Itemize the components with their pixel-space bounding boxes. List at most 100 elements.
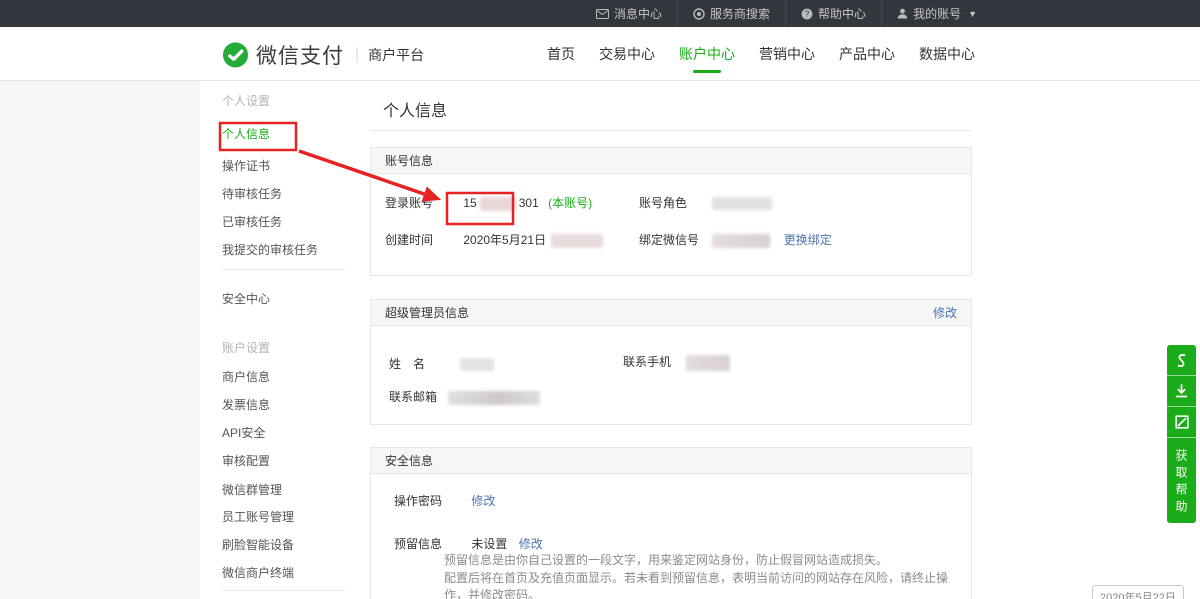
chevron-down-icon: ▼ <box>968 9 977 19</box>
sidebar-divider <box>222 590 345 591</box>
redacted-wechat-id <box>712 234 770 248</box>
super-admin-card-header: 超级管理员信息 修改 <box>371 300 971 326</box>
sidebar-item-reviewed-tasks[interactable]: 已审核任务 <box>222 213 282 230</box>
nav-product-center[interactable]: 产品中心 <box>827 27 907 81</box>
topbar-item-label: 我的账号 <box>913 5 961 22</box>
wechat-pay-merchant-platform: 消息中心 服务商搜索 ? 帮助中心 我的账号 ▼ <box>0 0 1200 599</box>
nav-home[interactable]: 首页 <box>535 27 587 81</box>
sidebar-item-invoice-info[interactable]: 发票信息 <box>222 396 270 413</box>
reserved-info-row: 预留信息 未设置 修改 <box>394 535 543 552</box>
edit-password-link[interactable]: 修改 <box>471 494 495 508</box>
logo-separator: | <box>355 46 359 64</box>
operation-password-row: 操作密码 修改 <box>394 492 495 509</box>
download-icon <box>1175 384 1188 398</box>
get-help-button[interactable]: 获取帮助 <box>1167 438 1196 523</box>
topbar-item-label: 服务商搜索 <box>710 5 770 22</box>
search-ring-icon <box>693 8 705 20</box>
question-circle-icon: ? <box>801 8 813 20</box>
current-account-note: (本账号) <box>548 196 592 210</box>
edit-admin-link[interactable]: 修改 <box>933 300 957 326</box>
redacted-admin-phone <box>686 355 730 371</box>
nav-marketing-center[interactable]: 营销中心 <box>747 27 827 81</box>
user-icon <box>897 8 908 19</box>
reserved-info-desc-line: 预留信息是由你自己设置的一段文字，用来鉴定网站身份，防止假冒网站造成损失。 <box>444 552 971 570</box>
admin-phone-label: 联系手机 <box>623 355 671 369</box>
nav-transaction-center[interactable]: 交易中心 <box>587 27 667 81</box>
sidebar-item-security-center[interactable]: 安全中心 <box>222 290 270 307</box>
date-tooltip: 2020年5月22日 <box>1092 585 1184 599</box>
reserved-info-description: 预留信息是由你自己设置的一段文字，用来鉴定网站身份，防止假冒网站造成损失。 配置… <box>444 552 971 599</box>
download-button[interactable] <box>1167 376 1196 407</box>
created-time-value: 2020年5月21日 <box>463 233 546 247</box>
security-info-card-header: 安全信息 <box>371 448 971 474</box>
header: 微信支付 | 商户平台 首页 交易中心 账户中心 营销中心 产品中心 数据中心 <box>0 27 1200 81</box>
topbar-item-label: 消息中心 <box>614 5 662 22</box>
sidebar-item-staff-account-management[interactable]: 员工账号管理 <box>222 508 294 525</box>
feedback-link-button[interactable] <box>1167 345 1196 376</box>
left-gutter <box>0 81 200 599</box>
logo-wordmark: 微信支付 <box>256 40 344 70</box>
rebind-link[interactable]: 更换绑定 <box>784 233 832 247</box>
sidebar-item-my-submitted-review-tasks[interactable]: 我提交的审核任务 <box>222 241 318 258</box>
sidebar-item-pending-review-tasks[interactable]: 待审核任务 <box>222 185 282 202</box>
reserved-info-value: 未设置 <box>471 537 507 551</box>
reserved-info-label: 预留信息 <box>394 537 442 551</box>
sidebar: 个人设置 个人信息 操作证书 待审核任务 已审核任务 我提交的审核任务 安全中心… <box>200 81 345 599</box>
topbar-item-message-center[interactable]: 消息中心 <box>581 0 677 27</box>
admin-email-label: 联系邮箱 <box>389 390 437 404</box>
topbar-item-provider-search[interactable]: 服务商搜索 <box>677 0 785 27</box>
reserved-info-desc-line: 配置后将在首页及充值页面显示。若未看到预留信息，表明当前访问的网站存在风险，请终… <box>444 570 971 599</box>
envelope-icon <box>596 9 609 19</box>
login-account-value: 15301 <box>463 196 538 210</box>
account-info-card-header: 账号信息 <box>371 148 971 174</box>
portal-label: 商户平台 <box>368 45 424 65</box>
redacted-login-middle <box>480 197 516 211</box>
operation-password-label: 操作密码 <box>394 494 442 508</box>
security-info-card: 安全信息 操作密码 修改 预留信息 未设置 修改 预留信息是由你自己设置的一段文… <box>370 447 972 599</box>
login-account-row: 登录账号 15301 (本账号) <box>385 194 592 211</box>
bound-wechat-label: 绑定微信号 <box>639 233 699 247</box>
sidebar-item-merchant-info[interactable]: 商户信息 <box>222 368 270 385</box>
admin-phone-row: 联系手机 <box>623 353 730 371</box>
main-nav: 首页 交易中心 账户中心 营销中心 产品中心 数据中心 <box>535 27 987 81</box>
nav-account-center[interactable]: 账户中心 <box>667 27 747 81</box>
sidebar-header-account-settings: 账户设置 <box>222 339 270 356</box>
page-title: 个人信息 <box>383 97 447 121</box>
title-divider <box>370 130 972 131</box>
created-time-row: 创建时间 2020年5月21日 <box>385 231 603 248</box>
topbar: 消息中心 服务商搜索 ? 帮助中心 我的账号 ▼ <box>0 0 1200 27</box>
account-info-card: 账号信息 登录账号 15301 (本账号) 账号角色 创建时间 2020年5月2… <box>370 147 972 276</box>
logo[interactable]: 微信支付 | 商户平台 <box>222 40 424 70</box>
super-admin-card-title: 超级管理员信息 <box>385 306 469 320</box>
redacted-admin-name <box>460 358 494 371</box>
redacted-created-time <box>551 234 603 248</box>
sidebar-item-personal-info[interactable]: 个人信息 <box>222 125 270 142</box>
account-role-label: 账号角色 <box>639 196 687 210</box>
sidebar-item-face-smart-device[interactable]: 刷脸智能设备 <box>222 536 294 553</box>
feedback-edit-button[interactable] <box>1167 407 1196 438</box>
floating-help-widget: 获取帮助 <box>1167 345 1196 523</box>
admin-email-row: 联系邮箱 <box>389 388 540 405</box>
redacted-account-role <box>712 197 772 210</box>
sidebar-item-operation-certificate[interactable]: 操作证书 <box>222 157 270 174</box>
edit-icon <box>1175 415 1189 429</box>
edit-reserved-info-link[interactable]: 修改 <box>519 537 543 551</box>
sidebar-item-review-config[interactable]: 审核配置 <box>222 452 270 469</box>
topbar-item-label: 帮助中心 <box>818 5 866 22</box>
sidebar-item-api-security[interactable]: API安全 <box>222 424 265 441</box>
topbar-items: 消息中心 服务商搜索 ? 帮助中心 我的账号 ▼ <box>581 0 992 27</box>
nav-data-center[interactable]: 数据中心 <box>907 27 987 81</box>
account-role-row: 账号角色 <box>639 194 772 211</box>
sidebar-item-wechat-merchant-terminal[interactable]: 微信商户终端 <box>222 564 294 581</box>
login-account-label: 登录账号 <box>385 196 433 210</box>
topbar-item-my-account[interactable]: 我的账号 ▼ <box>881 0 992 27</box>
sidebar-item-wechat-group-management[interactable]: 微信群管理 <box>222 481 282 498</box>
redacted-admin-email <box>448 391 540 405</box>
topbar-item-help-center[interactable]: ? 帮助中心 <box>785 0 881 27</box>
bound-wechat-row: 绑定微信号 更换绑定 <box>639 231 832 248</box>
link-curve-icon <box>1175 353 1188 368</box>
svg-text:?: ? <box>805 9 810 18</box>
created-time-label: 创建时间 <box>385 233 433 247</box>
sidebar-divider <box>222 269 345 270</box>
admin-name-row: 姓 名 <box>389 355 494 372</box>
